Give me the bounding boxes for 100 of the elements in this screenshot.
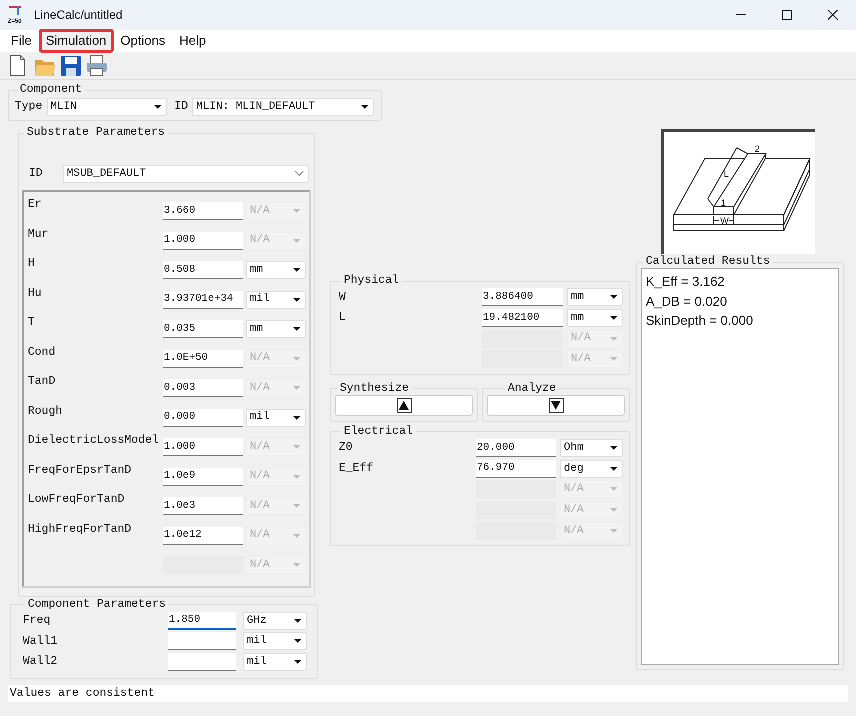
dropdown[interactable]: mil <box>243 632 307 650</box>
field-label: ID <box>174 99 188 116</box>
synthesize-button[interactable] <box>335 394 473 416</box>
parameter-label: Wall2 <box>23 654 59 670</box>
result-line: A_DB = 0.020 <box>646 292 728 311</box>
group-title: Component Parameters <box>27 598 168 610</box>
dropdown[interactable]: MLIN: MLIN_DEFAULT <box>192 98 374 116</box>
group-title: Synthesize <box>339 382 410 395</box>
value-field[interactable] <box>168 652 236 671</box>
menu-item[interactable]: File <box>4 29 39 53</box>
caret-icon <box>293 504 301 508</box>
caret-icon <box>294 639 302 644</box>
dropdown[interactable]: mil <box>246 408 306 426</box>
group-title: Substrate Parameters <box>26 127 166 139</box>
dropdown[interactable]: deg <box>560 460 623 478</box>
caret-icon <box>610 336 618 341</box>
caret-icon <box>610 316 618 320</box>
analyze-button[interactable] <box>487 394 625 416</box>
value-field[interactable]: 3.93701e+34 <box>163 290 243 308</box>
caret-icon <box>293 386 301 390</box>
dropdown[interactable]: mm <box>567 288 623 306</box>
group-title: Physical <box>343 275 400 287</box>
dropdown[interactable]: MLIN <box>46 98 167 116</box>
caret-icon <box>610 466 618 471</box>
value-field[interactable]: 0.000 <box>163 408 243 426</box>
caret-icon <box>610 357 618 362</box>
group-title: Calculated Results <box>645 256 772 268</box>
value-field[interactable]: 1.0e9 <box>163 468 243 486</box>
caret-icon <box>293 238 301 242</box>
value-field[interactable]: 3.660 <box>163 202 243 220</box>
dimension-label: W <box>720 216 729 226</box>
value-field[interactable]: 0.035 <box>163 320 243 338</box>
value-field[interactable]: 3.886400 <box>482 288 563 306</box>
dropdown[interactable]: mm <box>246 261 306 279</box>
caret-icon <box>293 416 301 420</box>
parameter-label: HighFreqForTanD <box>28 522 133 538</box>
result-line: SkinDepth = 0.000 <box>646 312 754 330</box>
parameter-label: H <box>28 256 36 272</box>
parameter-label: Rough <box>28 404 64 420</box>
value-field[interactable]: 0.003 <box>163 379 243 397</box>
value-field[interactable]: 0.508 <box>163 261 243 279</box>
parameter-label: FreqForEpsrTanD <box>28 462 133 478</box>
caret-icon <box>293 445 301 449</box>
caret-icon <box>293 534 301 538</box>
parameter-label: Freq <box>23 613 52 630</box>
parameter-label: Hu <box>28 286 43 302</box>
dimension-label: L <box>724 169 730 179</box>
dimension-label: 1 <box>721 198 726 208</box>
dropdown[interactable]: mm <box>246 320 306 338</box>
value-field[interactable]: 1.850 <box>168 612 236 630</box>
parameter-label: DielectricLossModel <box>28 433 160 449</box>
dropdown[interactable]: GHz <box>243 612 307 630</box>
value-field[interactable]: 19.482100 <box>482 309 563 328</box>
dropdown[interactable]: mil <box>243 652 307 671</box>
value-field[interactable]: 76.970 <box>476 460 556 478</box>
parameter-label: Cond <box>28 344 57 360</box>
caret-icon <box>294 618 302 623</box>
result-line: K_Eff = 3.162 <box>646 273 726 291</box>
value-field[interactable] <box>168 632 236 650</box>
printer-icon[interactable] <box>86 54 108 76</box>
caret-icon <box>361 105 370 109</box>
maximize-icon <box>782 10 792 20</box>
value-field[interactable]: 1.000 <box>163 438 243 456</box>
caret-icon <box>293 563 301 567</box>
dropdown[interactable]: Ohm <box>560 439 623 458</box>
parameter-label: Er <box>28 197 43 213</box>
parameter-label: L <box>339 310 347 326</box>
parameter-label: TanD <box>28 374 57 390</box>
caret-icon <box>610 528 618 533</box>
caret-icon <box>154 105 162 109</box>
field-label: ID <box>29 166 44 182</box>
caret-icon <box>293 209 301 213</box>
window-title: LineCalc/untitled <box>34 7 123 24</box>
field-label: Type <box>15 99 43 116</box>
menu-item[interactable]: Help <box>172 29 214 53</box>
value-field[interactable]: 1.0E+50 <box>163 350 243 368</box>
value-field[interactable]: 1.0e12 <box>163 526 243 544</box>
caret-icon <box>610 487 618 492</box>
menu-item[interactable]: Options <box>114 29 172 53</box>
parameter-label: Mur <box>28 226 50 242</box>
parameter-label: LowFreqForTanD <box>28 492 126 508</box>
menu-item[interactable]: Simulation <box>38 29 114 53</box>
group-title: Analyze <box>507 382 558 395</box>
up-arrow-icon <box>396 398 412 413</box>
dropdown[interactable]: mm <box>567 309 623 328</box>
dropdown[interactable]: MSUB_DEFAULT <box>63 165 309 183</box>
dimension-label: 2 <box>755 144 760 154</box>
down-arrow-icon <box>548 398 564 413</box>
caret-icon <box>294 660 302 664</box>
value-field[interactable]: 1.000 <box>163 232 243 250</box>
dropdown[interactable]: mil <box>246 290 306 308</box>
parameter-label: T <box>28 315 36 331</box>
caret-icon <box>293 474 301 478</box>
value-field[interactable]: 20.000 <box>476 439 556 458</box>
caret-icon <box>293 356 301 360</box>
close-icon <box>828 10 838 20</box>
parameter-label: W <box>339 290 347 306</box>
group-title: Electrical <box>343 426 414 438</box>
caret-icon <box>293 298 301 302</box>
value-field[interactable]: 1.0e3 <box>163 497 243 515</box>
